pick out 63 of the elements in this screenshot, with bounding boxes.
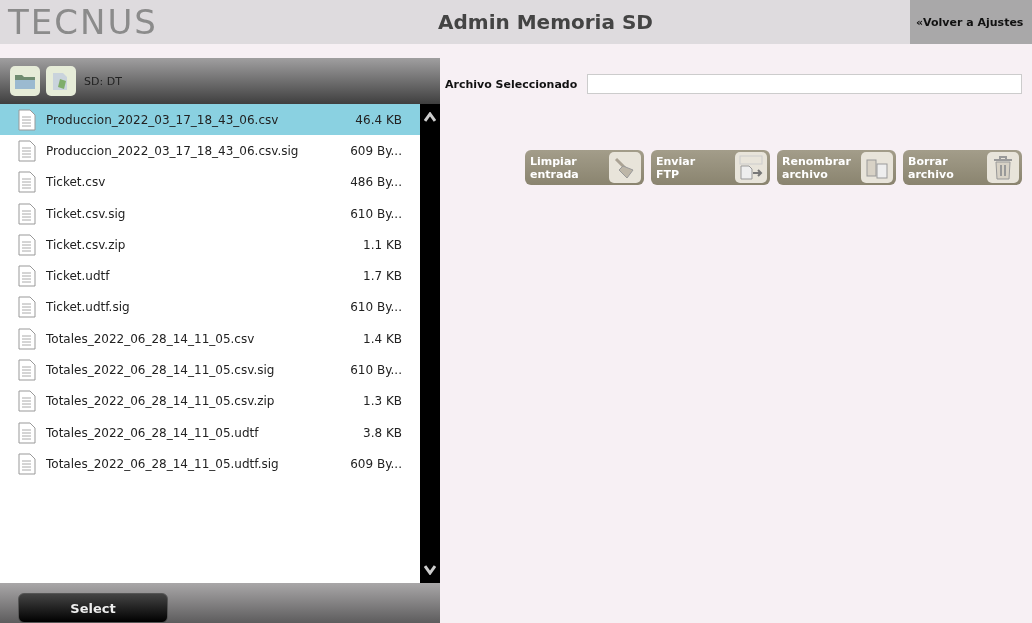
file-size: 1.4 KB <box>363 331 402 346</box>
file-row[interactable]: Totales_2022_06_28_14_11_05.csv 1.4 KB <box>0 323 420 355</box>
file-name: Totales_2022_06_28_14_11_05.csv.zip <box>46 394 276 409</box>
logo: TECNUS <box>7 2 159 42</box>
folder-button[interactable] <box>10 66 40 96</box>
file-name: Produccion_2022_03_17_18_43_06.csv <box>46 112 280 127</box>
file-icon <box>18 390 36 413</box>
file-size: 3.8 KB <box>363 425 402 440</box>
file-row[interactable]: Ticket.csv 486 By... <box>0 166 420 198</box>
file-name: Totales_2022_06_28_14_11_05.udtf <box>46 425 260 440</box>
file-size: 46.4 KB <box>355 112 402 127</box>
file-icon <box>18 265 36 288</box>
file-icon <box>18 108 36 131</box>
file-row[interactable]: Totales_2022_06_28_14_11_05.udtf 3.8 KB <box>0 416 420 449</box>
file-size: 610 By... <box>350 206 402 221</box>
file-row[interactable]: Totales_2022_06_28_14_11_05.csv.zip 1.3 KB <box>0 385 420 417</box>
file-row[interactable]: Ticket.csv.zip 1.1 KB <box>0 229 420 261</box>
file-row[interactable]: Totales_2022_06_28_14_11_05.udtf.sig 609 By... <box>0 448 420 480</box>
page-title: Admin Memoria SD <box>438 10 654 34</box>
file-icon <box>18 452 36 475</box>
file-size: 486 By... <box>350 175 402 190</box>
file-icon <box>18 421 36 444</box>
file-name: Ticket.udtf.sig <box>46 300 131 315</box>
file-icon <box>18 202 36 225</box>
file-row[interactable]: Ticket.csv.sig 610 By... <box>0 197 420 230</box>
file-size: 610 By... <box>350 363 402 377</box>
file-size: 610 By... <box>350 300 402 315</box>
file-name: Ticket.csv.sig <box>46 206 127 221</box>
file-icon <box>18 171 36 194</box>
file-name: Ticket.csv <box>46 175 107 190</box>
file-row[interactable]: Ticket.udtf.sig 610 By... <box>0 291 420 324</box>
file-icon <box>18 359 36 381</box>
folder-icon <box>14 72 36 90</box>
scroll-down-icon[interactable] <box>424 565 436 575</box>
file-name: Totales_2022_06_28_14_11_05.csv.sig <box>46 363 276 377</box>
file-icon <box>18 139 36 162</box>
trash-icon <box>992 154 1014 181</box>
file-size: 1.1 KB <box>363 237 402 252</box>
file-icon <box>18 327 36 350</box>
file-name: Totales_2022_06_28_14_11_05.udtf.sig <box>46 456 280 471</box>
file-name: Produccion_2022_03_17_18_43_06.csv.sig <box>46 143 300 158</box>
field-label: Archivo Seleccionado <box>445 77 578 91</box>
file-icon <box>18 233 36 256</box>
select-button[interactable]: Select <box>18 593 168 623</box>
file-name: Totales_2022_06_28_14_11_05.csv <box>46 331 256 346</box>
scrollbar[interactable] <box>420 104 440 583</box>
selected-file-field[interactable] <box>587 74 1022 94</box>
file-arrow-icon <box>738 154 764 181</box>
path-label: SD: DT <box>84 74 122 88</box>
scroll-up-icon[interactable] <box>424 112 436 122</box>
file-icon <box>18 296 36 319</box>
file-name: Ticket.csv.zip <box>46 237 127 252</box>
file-size: 609 By... <box>350 143 402 158</box>
file-button[interactable] <box>46 66 76 96</box>
file-row[interactable]: Ticket.udtf 1.7 KB <box>0 260 420 292</box>
file-size: 1.3 KB <box>363 394 402 409</box>
back-button[interactable]: «Volver a Ajustes <box>910 0 1032 44</box>
file-size: 1.7 KB <box>363 269 402 284</box>
file-name: Ticket.udtf <box>46 269 111 284</box>
file-row[interactable]: Produccion_2022_03_17_18_43_06.csv 46.4 KB <box>0 104 420 136</box>
file-row[interactable]: Produccion_2022_03_17_18_43_06.csv.sig 609 By... <box>0 135 420 167</box>
file-row[interactable]: Totales_2022_06_28_14_11_05.csv.sig 610 By... <box>0 354 420 386</box>
file-size: 609 By... <box>350 456 402 471</box>
